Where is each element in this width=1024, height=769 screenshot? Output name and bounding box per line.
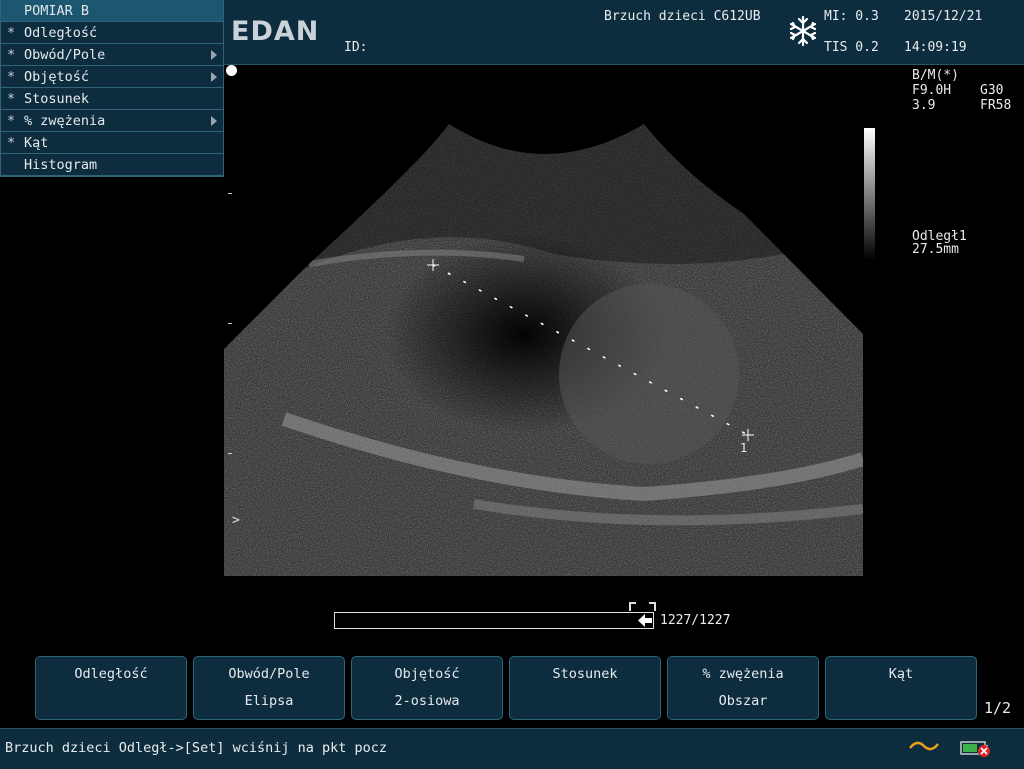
softkey-angle[interactable]: Kąt [825, 656, 977, 720]
ultrasound-image[interactable] [224, 64, 863, 576]
measurement-value: 27.5mm [912, 242, 959, 257]
menu-item-volume[interactable]: * Objętość [1, 66, 223, 88]
cine-bracket-gap [636, 600, 649, 606]
menu-item-ratio[interactable]: * Stosunek [1, 88, 223, 110]
depth-tick [228, 323, 232, 324]
menu-item-angle[interactable]: * Kąt [1, 132, 223, 154]
preset-star: * [7, 25, 16, 41]
orientation-dot [226, 65, 237, 76]
menu-item-histogram[interactable]: Histogram [1, 154, 223, 176]
exam-preset-label: Brzuch dzieci C612UB [604, 9, 761, 24]
status-message: Brzuch dzieci Odległ->[Set] wciśnij na p… [5, 740, 388, 756]
submenu-arrow-icon [211, 116, 217, 126]
submenu-arrow-icon [211, 50, 217, 60]
menu-item-distance[interactable]: * Odległość [1, 22, 223, 44]
time-display: 14:09:19 [904, 40, 967, 55]
mi-index: MI: 0.3 [824, 9, 879, 24]
preset-star: * [7, 113, 16, 129]
preset-star: * [7, 47, 16, 63]
softkey-circumference-area[interactable]: Obwód/Pole Elipsa [193, 656, 345, 720]
gain-value: G30 [980, 83, 1004, 98]
cine-frame-counter: 1227/1227 [660, 613, 731, 628]
brand-logo: EDAN [231, 16, 320, 47]
frequency-value: F9.0H [912, 83, 952, 98]
preset-star: * [7, 69, 16, 85]
menu-item-circumference-area[interactable]: * Obwód/Pole [1, 44, 223, 66]
cine-position-arrow-icon[interactable] [638, 614, 654, 627]
softkey-ratio[interactable]: Stosunek [509, 656, 661, 720]
frame-rate-value: FR58 [980, 98, 1012, 113]
caliper-marker-label: 1 [740, 441, 748, 455]
softkey-stenosis[interactable]: % zwężenia Obszar [667, 656, 819, 720]
menu-title: POMIAR B [1, 0, 223, 22]
date-display: 2015/12/21 [904, 9, 983, 24]
depth-tick [228, 193, 232, 194]
focus-marker[interactable]: > [232, 513, 240, 528]
tis-index: TIS 0.2 [824, 40, 879, 55]
battery-icon [960, 741, 990, 757]
menu-item-stenosis[interactable]: *% zwężenia [1, 110, 223, 132]
grayscale-bar [864, 128, 875, 260]
cine-progress-bar[interactable] [334, 612, 654, 629]
softkey-distance[interactable]: Odległość [35, 656, 187, 720]
softkey-page-indicator[interactable]: 1/2 [984, 699, 1011, 717]
submenu-arrow-icon [211, 72, 217, 82]
preset-star: * [7, 135, 16, 151]
depth-value: 3.9 [912, 98, 936, 113]
measurement-menu: POMIAR B * Odległość * Obwód/Pole * Objętoś… [0, 0, 224, 177]
snowflake-icon [789, 15, 817, 47]
softkey-volume[interactable]: Objętość 2-osiowa [351, 656, 503, 720]
preset-star: * [7, 91, 16, 107]
ac-power-icon [909, 741, 939, 751]
depth-tick [228, 453, 232, 454]
patient-id-label: ID: [344, 40, 368, 55]
imaging-mode: B/M(*) [912, 68, 959, 83]
